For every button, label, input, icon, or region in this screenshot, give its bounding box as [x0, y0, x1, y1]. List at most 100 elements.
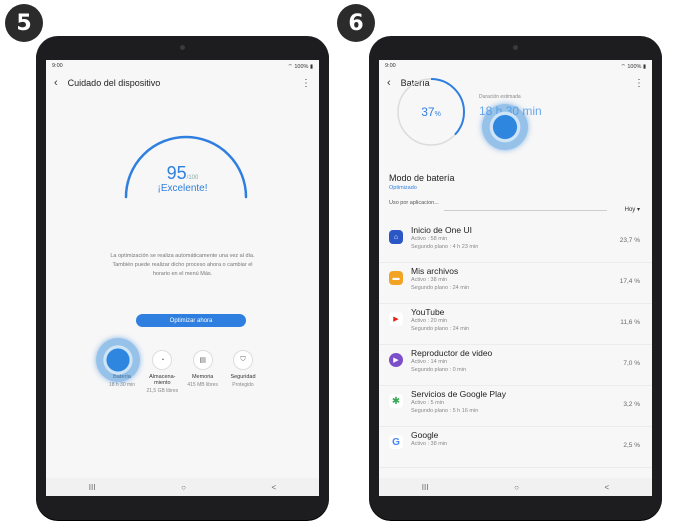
battery-status-icon: ▮ — [642, 63, 646, 70]
app-background-time: Segundo plano : 24 min — [411, 285, 470, 291]
home-icon[interactable]: ○ — [514, 483, 519, 492]
app-usage-item[interactable]: ▶ YouTube Activo : 20 min Segundo plano … — [379, 304, 652, 345]
back-arrow-icon[interactable]: ‹ — [54, 77, 58, 89]
one-ui-home-icon: ⌂ — [389, 230, 403, 244]
category-storage[interactable]: ◔ Almacena- miento 21,5 GB libres — [142, 350, 182, 394]
score-label: ¡Excelente! — [157, 183, 208, 194]
status-time: 9:00 — [52, 63, 63, 69]
front-camera — [513, 45, 518, 50]
app-background-time: Segundo plano : 24 min — [411, 326, 470, 332]
category-security[interactable]: ⛉ Seguridad Protegido — [223, 350, 263, 394]
app-active-time: Activo : 38 min — [411, 277, 448, 283]
battery-status-icon: ▮ — [309, 63, 313, 70]
optimize-now-button[interactable]: Optimizar ahora — [136, 314, 246, 327]
app-usage-item[interactable]: ▬ Mis archivos Activo : 38 min Segundo p… — [379, 263, 652, 304]
status-battery: ⌔ 100% ▮ — [621, 63, 646, 70]
more-vert-icon[interactable]: ⋮ — [634, 78, 644, 89]
app-name: Inicio de One UI — [411, 225, 472, 235]
app-name: Mis archivos — [411, 266, 459, 276]
usage-by-app-label: Uso por aplicacion... — [389, 200, 439, 206]
tablet-right: 9:00 ⌔ 100% ▮ ‹ Batería ⋮ 37% Duración e… — [369, 36, 662, 520]
app-active-time: Activo : 38 min — [411, 441, 448, 447]
nav-back-icon[interactable]: < — [272, 483, 277, 492]
battery-percent: 37% — [395, 105, 467, 119]
youtube-icon: ▶ — [389, 312, 403, 326]
app-name: Servicios de Google Play — [411, 389, 506, 399]
battery-percent-value: 37 — [421, 105, 435, 119]
step-badge-5: 5 — [5, 4, 43, 42]
score-display: 95/100 — [46, 163, 319, 184]
category-value: 415 MB libres — [187, 382, 218, 388]
nav-back-icon[interactable]: < — [605, 483, 610, 492]
app-usage-item[interactable]: ✱ Servicios de Google Play Activo : 5 mi… — [379, 386, 652, 427]
status-time: 9:00 — [385, 63, 396, 69]
storage-icon: ◔ — [152, 350, 173, 370]
back-arrow-icon[interactable]: ‹ — [387, 77, 391, 89]
score-max: /100 — [186, 175, 199, 181]
app-name: Reproductor de video — [411, 348, 493, 358]
app-background-time: Segundo plano : 5 h 16 min — [411, 408, 479, 414]
app-percent: 23,7 % — [619, 237, 640, 244]
app-background-time: Segundo plano : 4 h 23 min — [411, 244, 479, 250]
app-usage-item[interactable]: G Google Activo : 38 min 2,5 % — [379, 427, 652, 468]
category-label: Memoria — [191, 374, 214, 380]
page-title: Cuidado del dispositivo — [67, 78, 161, 88]
home-icon[interactable]: ○ — [181, 483, 186, 492]
score-value: 95 — [166, 163, 187, 183]
google-play-services-icon: ✱ — [389, 394, 403, 408]
category-value: 18 h 30 min — [108, 382, 136, 388]
app-usage-list: ⌂ Inicio de One UI Activo : 58 min Segun… — [379, 222, 652, 468]
battery-level: 100% — [294, 63, 309, 70]
memory-icon: ▤ — [192, 350, 213, 370]
app-background-time: Segundo plano : 0 min — [411, 367, 467, 373]
app-active-time: Activo : 14 min — [411, 359, 448, 365]
app-percent: 11,6 % — [620, 319, 640, 326]
status-bar: 9:00 ⌔ 100% ▮ — [46, 60, 319, 72]
battery-mode-value: Optimizado — [389, 185, 417, 191]
app-name: Google — [411, 430, 439, 440]
app-bar: ‹ Cuidado del dispositivo ⋮ — [46, 72, 319, 94]
more-vert-icon[interactable]: ⋮ — [301, 78, 311, 89]
optimization-description: La optimización se realiza automáticamen… — [110, 253, 255, 277]
video-player-icon: ▶ — [389, 353, 403, 367]
battery-mode-title[interactable]: Modo de batería — [389, 173, 455, 183]
category-value: 21,5 GB libres — [146, 388, 179, 394]
nav-bar: III ○ < — [46, 478, 319, 496]
app-percent: 7,0 % — [623, 360, 640, 367]
google-icon: G — [389, 435, 403, 449]
app-percent: 2,5 % — [623, 442, 640, 449]
app-active-time: Activo : 5 min — [411, 400, 445, 406]
front-camera — [180, 45, 185, 50]
status-battery: ⌔ 100% ▮ — [288, 63, 313, 70]
folder-icon: ▬ — [389, 271, 403, 285]
app-percent: 3,2 % — [623, 401, 640, 408]
status-bar: 9:00 ⌔ 100% ▮ — [379, 60, 652, 72]
recent-apps-icon[interactable]: III — [89, 483, 96, 492]
battery-percent-unit: % — [434, 111, 441, 118]
category-label: Almacena- miento — [149, 374, 176, 386]
estimated-duration-label: Duración estimada — [479, 94, 521, 100]
app-percent: 17,4 % — [619, 278, 640, 285]
recent-apps-icon[interactable]: III — [422, 483, 429, 492]
touch-indicator — [482, 104, 528, 150]
battery-level: 100% — [627, 63, 642, 70]
nav-bar: III ○ < — [379, 478, 652, 496]
touch-indicator — [96, 338, 140, 382]
usage-period-dropdown[interactable]: Hoy ▾ — [625, 206, 640, 213]
step-badge-6: 6 — [337, 4, 375, 42]
category-label: Seguridad — [230, 374, 256, 380]
tablet-left: 9:00 ⌔ 100% ▮ ‹ Cuidado del dispositivo … — [36, 36, 329, 520]
screen-battery: 9:00 ⌔ 100% ▮ ‹ Batería ⋮ 37% Duración e… — [379, 60, 652, 496]
category-value: Protegido — [232, 382, 254, 388]
dropdown-arrow-icon: ▾ — [636, 207, 640, 213]
usage-divider — [444, 210, 607, 211]
screen-device-care: 9:00 ⌔ 100% ▮ ‹ Cuidado del dispositivo … — [46, 60, 319, 496]
shield-icon: ⛉ — [232, 350, 253, 370]
app-name: YouTube — [411, 307, 445, 317]
app-active-time: Activo : 20 min — [411, 318, 448, 324]
app-active-time: Activo : 58 min — [411, 236, 448, 242]
category-memory[interactable]: ▤ Memoria 415 MB libres — [183, 350, 223, 394]
usage-period-value: Hoy — [624, 207, 636, 213]
app-usage-item[interactable]: ▶ Reproductor de video Activo : 14 min S… — [379, 345, 652, 386]
app-usage-item[interactable]: ⌂ Inicio de One UI Activo : 58 min Segun… — [379, 222, 652, 263]
